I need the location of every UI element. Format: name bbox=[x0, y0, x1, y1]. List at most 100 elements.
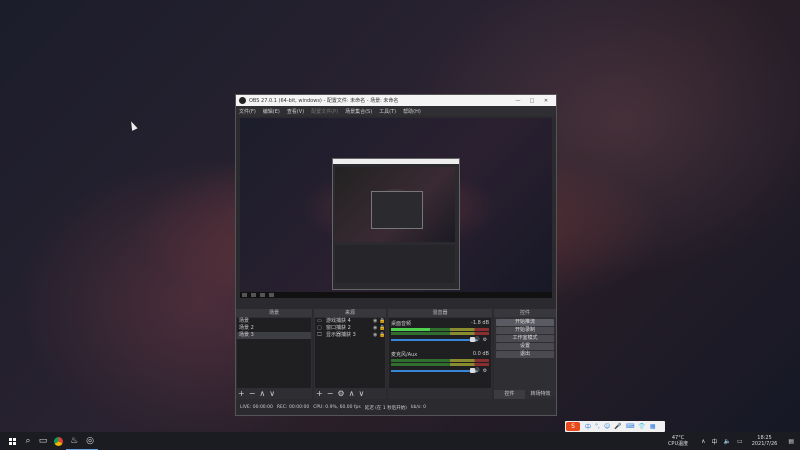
volume-icon[interactable]: 🔈 bbox=[724, 438, 731, 445]
ime-emoji-icon[interactable]: ☺ bbox=[604, 423, 610, 430]
menu-scene-collection[interactable]: 场景集合(S) bbox=[345, 108, 372, 115]
lock-icon[interactable]: 🔒 bbox=[379, 332, 385, 339]
volume-meter bbox=[391, 363, 489, 366]
desktop-wallpaper: OBS 27.0.1 (64-bit, windows) - 配置文件: 未命名… bbox=[0, 0, 800, 432]
game-capture-icon: ▭ bbox=[317, 318, 322, 324]
menu-view[interactable]: 查看(V) bbox=[287, 108, 304, 115]
menu-file[interactable]: 文件(F) bbox=[239, 108, 256, 115]
gear-icon[interactable]: ⚙ bbox=[337, 390, 344, 398]
move-down-icon[interactable]: ∨ bbox=[358, 390, 364, 398]
bitrate: kb/s: 0 bbox=[410, 405, 427, 410]
windows-logo-icon bbox=[8, 437, 16, 445]
move-up-icon[interactable]: ∧ bbox=[259, 390, 265, 398]
minimize-icon[interactable]: — bbox=[511, 98, 525, 104]
notification-icon[interactable]: ▤ bbox=[788, 438, 794, 445]
volume-meter bbox=[391, 328, 489, 331]
preview-canvas[interactable] bbox=[240, 118, 552, 298]
menu-edit[interactable]: 编辑(E) bbox=[263, 108, 280, 115]
window-capture-icon: ▢ bbox=[317, 325, 322, 331]
ime-tray-icon[interactable]: 中 bbox=[712, 437, 718, 446]
preview-taskbar bbox=[240, 292, 552, 298]
gear-icon[interactable]: ⚙ bbox=[481, 368, 489, 374]
studio-mode-button[interactable]: 工作室模式 bbox=[496, 335, 554, 342]
live-time: LIVE: 00:00:00 bbox=[240, 405, 273, 410]
network-icon[interactable]: ▭ bbox=[737, 438, 743, 445]
window-title: OBS 27.0.1 (64-bit, windows) - 配置文件: 未命名… bbox=[249, 98, 399, 104]
channel-name: 麦克风/Aux bbox=[391, 352, 418, 358]
taskbar: ⌕ ▭ ♨ ◎ 47°C CPU温度 ∧ 中 🔈 ▭ 18:25 2021/7/… bbox=[0, 432, 800, 450]
rec-time: REC: 00:00:00 bbox=[276, 405, 310, 410]
chevron-up-icon[interactable]: ∧ bbox=[701, 438, 705, 445]
cpu-temp-widget[interactable]: 47°C CPU温度 bbox=[668, 435, 688, 447]
volume-slider[interactable] bbox=[391, 368, 475, 373]
chrome-icon[interactable] bbox=[50, 432, 66, 450]
sources-dock-title: 来源 bbox=[314, 309, 386, 317]
lock-icon[interactable]: 🔒 bbox=[379, 318, 385, 325]
channel-db: 0.0 dB bbox=[472, 351, 489, 357]
menu-profile[interactable]: 配置文件(P) bbox=[311, 108, 338, 115]
cpu-fps: CPU: 0.9%, 60.00 fps bbox=[313, 405, 361, 410]
ime-chinese-mode[interactable]: 中 bbox=[585, 422, 591, 431]
volume-meter bbox=[391, 332, 489, 335]
mixer-dock-title: 混音器 bbox=[388, 309, 492, 317]
tab-controls[interactable]: 控件 bbox=[494, 390, 525, 399]
sogou-logo-icon: S bbox=[566, 422, 580, 431]
maximize-icon[interactable]: □ bbox=[525, 98, 539, 104]
exit-button[interactable]: 退出 bbox=[496, 351, 554, 358]
scene-item-selected[interactable]: 场景 3 bbox=[237, 332, 311, 339]
window-titlebar[interactable]: OBS 27.0.1 (64-bit, windows) - 配置文件: 未命名… bbox=[236, 95, 556, 106]
lock-icon[interactable]: 🔒 bbox=[379, 325, 385, 332]
scenes-dock-title: 场景 bbox=[236, 309, 312, 317]
taskview-icon[interactable]: ▭ bbox=[36, 432, 50, 450]
move-up-icon[interactable]: ∧ bbox=[349, 390, 355, 398]
gear-icon[interactable]: ⚙ bbox=[481, 337, 489, 343]
add-source-icon[interactable]: + bbox=[316, 390, 323, 398]
volume-slider[interactable] bbox=[391, 337, 475, 342]
source-item[interactable]: ▢ 窗口捕获 2 ◉ 🔒 bbox=[315, 325, 385, 332]
move-down-icon[interactable]: ∨ bbox=[269, 390, 275, 398]
steam-icon[interactable]: ♨ bbox=[66, 432, 82, 450]
system-tray: 47°C CPU温度 ∧ 中 🔈 ▭ 18:25 2021/7/26 ▤ bbox=[668, 432, 800, 450]
menu-bar: 文件(F) 编辑(E) 查看(V) 配置文件(P) 场景集合(S) 工具(T) … bbox=[236, 106, 556, 116]
volume-meter bbox=[391, 359, 489, 362]
controls-dock: 控件 开始推流 开始录制 工作室模式 设置 退出 控件 转场特效 bbox=[494, 309, 556, 399]
audio-mixer-dock: 混音器 桌面音频 -1.8 dB 🔊 ⚙ 麦克风/Aux 0.0 dB 🔊 ⚙ bbox=[388, 309, 492, 399]
obs-logo-icon bbox=[239, 97, 246, 104]
start-button[interactable] bbox=[4, 432, 20, 450]
obs-window[interactable]: OBS 27.0.1 (64-bit, windows) - 配置文件: 未命名… bbox=[235, 94, 557, 416]
menu-tools[interactable]: 工具(T) bbox=[379, 108, 396, 115]
settings-button[interactable]: 设置 bbox=[496, 343, 554, 350]
scenes-dock: 场景 场景 场景 2 场景 3 + − ∧ ∨ bbox=[236, 309, 312, 399]
start-streaming-button[interactable]: 开始推流 bbox=[496, 319, 554, 326]
obs-taskbar-icon[interactable]: ◎ bbox=[82, 432, 98, 450]
controls-dock-title: 控件 bbox=[494, 309, 556, 317]
ime-skin-icon[interactable]: 👕 bbox=[638, 423, 645, 430]
tab-transitions[interactable]: 转场特效 bbox=[525, 390, 556, 399]
start-recording-button[interactable]: 开始录制 bbox=[496, 327, 554, 334]
ime-toolbar[interactable]: S 中 °, ☺ 🎤 ⌨ 👕 ▦ bbox=[565, 421, 665, 432]
source-item[interactable]: 🖵 显示器捕获 3 ◉ 🔒 bbox=[315, 332, 385, 339]
scene-item[interactable]: 场景 2 bbox=[237, 325, 311, 332]
ime-voice-icon[interactable]: 🎤 bbox=[614, 423, 621, 430]
ime-punctuation-icon[interactable]: °, bbox=[595, 423, 600, 430]
sources-dock: 来源 ▭ 游戏捕获 4 ◉ 🔒 ▢ 窗口捕获 2 ◉ 🔒 🖵 显示器捕获 3 ◉… bbox=[314, 309, 386, 399]
mouse-cursor bbox=[128, 120, 138, 131]
nested-preview-window bbox=[332, 158, 460, 290]
ime-keyboard-icon[interactable]: ⌨ bbox=[626, 423, 635, 430]
remove-scene-icon[interactable]: − bbox=[249, 390, 256, 398]
ime-toolbox-icon[interactable]: ▦ bbox=[650, 423, 656, 430]
close-icon[interactable]: ✕ bbox=[539, 98, 553, 104]
channel-db: -1.8 dB bbox=[471, 320, 489, 326]
delay-status: 延迟 (在 1 秒后开始) bbox=[364, 405, 407, 411]
search-icon[interactable]: ⌕ bbox=[20, 432, 36, 450]
clock[interactable]: 18:25 2021/7/26 bbox=[752, 435, 778, 447]
channel-name: 桌面音频 bbox=[391, 321, 412, 327]
remove-source-icon[interactable]: − bbox=[327, 390, 334, 398]
scene-item[interactable]: 场景 bbox=[237, 318, 311, 325]
mixer-channel: 麦克风/Aux 0.0 dB 🔊 ⚙ bbox=[389, 349, 491, 374]
source-item[interactable]: ▭ 游戏捕获 4 ◉ 🔒 bbox=[315, 318, 385, 325]
menu-help[interactable]: 帮助(H) bbox=[403, 108, 421, 115]
add-scene-icon[interactable]: + bbox=[238, 390, 245, 398]
mixer-channel: 桌面音频 -1.8 dB 🔊 ⚙ bbox=[389, 318, 491, 343]
display-capture-icon: 🖵 bbox=[317, 332, 322, 338]
